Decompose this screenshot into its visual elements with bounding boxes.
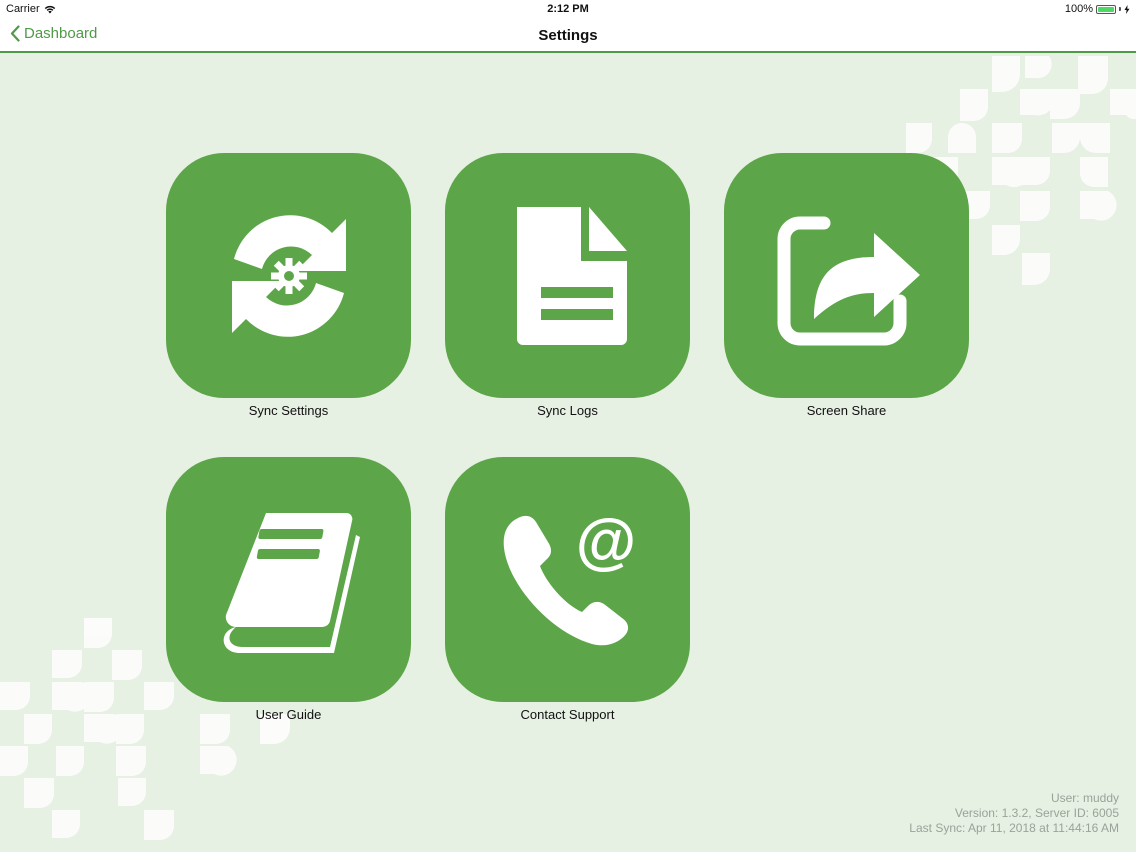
page-title: Settings xyxy=(538,27,598,44)
tile-contact-support[interactable]: @ Contact Support xyxy=(445,457,690,722)
tile-user-guide[interactable]: User Guide xyxy=(166,457,411,722)
user-info: User: muddy xyxy=(1050,791,1119,805)
book-icon xyxy=(223,512,360,653)
svg-text:@: @ xyxy=(575,507,635,576)
tile-icon-box xyxy=(724,153,969,398)
clock: 2:12 PM xyxy=(547,3,589,15)
phone-at-icon: @ xyxy=(503,507,636,645)
tile-icon-box: @ xyxy=(445,457,690,702)
tile-sync-logs[interactable]: Sync Logs xyxy=(445,153,690,418)
tile-icon-box xyxy=(445,153,690,398)
tile-icon-box xyxy=(166,153,411,398)
tile-label: Screen Share xyxy=(806,403,887,418)
app-info: User: muddy Version: 1.3.2, Server ID: 6… xyxy=(909,791,1119,836)
battery-tip xyxy=(1119,7,1121,11)
version-info: Version: 1.3.2, Server ID: 6005 xyxy=(954,806,1119,820)
battery-percent: 100% xyxy=(1064,3,1093,15)
tile-label: Contact Support xyxy=(520,707,615,722)
share-icon xyxy=(777,216,920,345)
charging-icon xyxy=(1124,4,1130,14)
tile-screen-share[interactable]: Screen Share xyxy=(724,153,969,418)
status-bar: Carrier 2:12 PM 100% xyxy=(0,0,1136,18)
tile-label: Sync Settings xyxy=(248,403,329,418)
tile-label: User Guide xyxy=(255,707,322,722)
last-sync-info: Last Sync: Apr 11, 2018 at 11:44:16 AM xyxy=(909,821,1119,835)
battery-icon xyxy=(1096,4,1116,14)
document-icon xyxy=(516,206,627,345)
tile-icon-box xyxy=(166,457,411,702)
sync-gear-icon xyxy=(231,214,346,337)
navigation-bar: Dashboard Settings xyxy=(0,18,1136,53)
tile-label: Sync Logs xyxy=(537,403,598,418)
tile-sync-settings[interactable]: Sync Settings xyxy=(166,153,411,418)
